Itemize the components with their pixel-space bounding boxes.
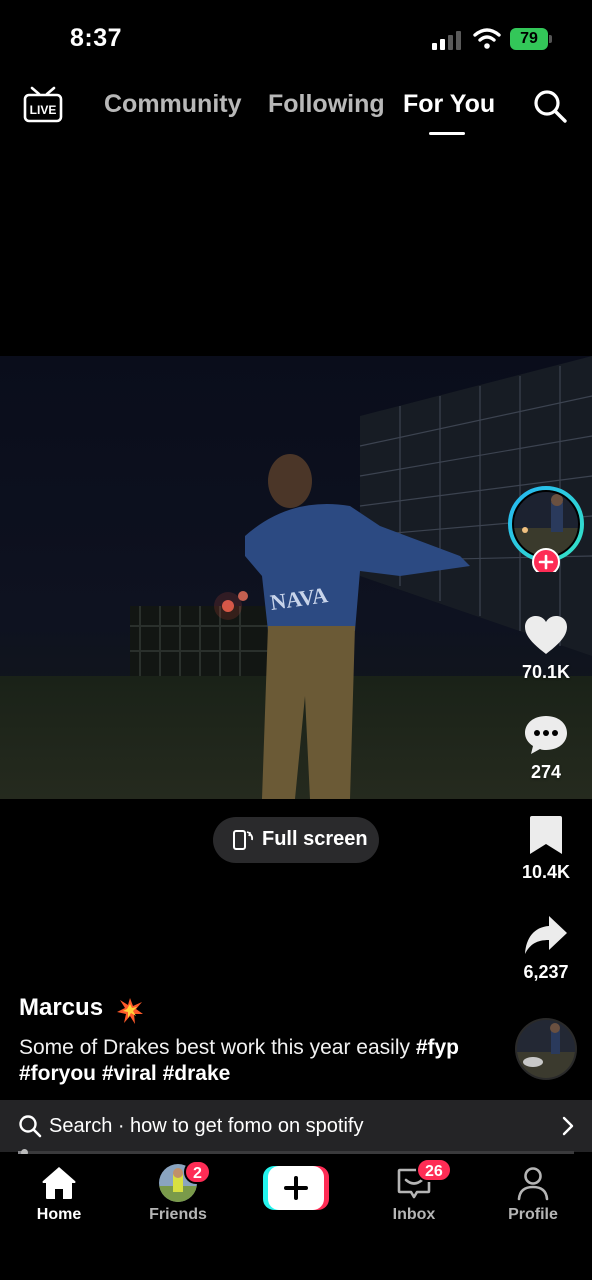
comment-count: 274 (530, 762, 562, 782)
share-button[interactable]: 6,237 (505, 914, 587, 983)
nav-inbox-label: Inbox (392, 1206, 436, 1223)
post-caption: Some of Drakes best work this year easil… (19, 1035, 459, 1087)
search-icon[interactable] (532, 88, 568, 124)
rotate-phone-icon (233, 830, 254, 850)
like-button[interactable]: 70.1K (505, 614, 587, 683)
save-count: 10.4K (521, 862, 571, 882)
like-count: 70.1K (521, 662, 571, 682)
hashtag-link[interactable]: #drake (163, 1062, 231, 1085)
signal-icon (432, 31, 461, 50)
active-tab-indicator (429, 132, 465, 135)
video-scene: NAVA (0, 356, 592, 799)
create-button[interactable] (263, 1166, 329, 1210)
chevron-right-icon (562, 1116, 574, 1136)
search-prefix: Search · (49, 1115, 125, 1137)
battery-level: 79 (520, 30, 538, 47)
search-query: how to get fomo on spotify (130, 1115, 364, 1137)
profile-icon (517, 1167, 549, 1201)
creator-avatar[interactable] (503, 486, 589, 572)
share-arrow-icon (525, 916, 567, 954)
comment-button[interactable]: 274 (505, 714, 587, 783)
inbox-badge: 26 (416, 1158, 452, 1182)
wifi-icon (473, 28, 501, 49)
caption-text: Some of Drakes best work this year easil… (19, 1036, 410, 1059)
tab-for-you[interactable]: For You (403, 90, 495, 119)
nav-friends-label: Friends (149, 1206, 207, 1223)
nav-profile[interactable]: Profile (483, 1164, 583, 1224)
hashtag-link[interactable]: #viral (102, 1062, 157, 1085)
plus-icon (284, 1176, 308, 1200)
author-row[interactable]: Marcus (19, 994, 144, 1028)
hashtag-link[interactable]: #foryou (19, 1062, 96, 1085)
nav-home-label: Home (36, 1206, 82, 1223)
share-count: 6,237 (523, 962, 569, 982)
search-suggestion-bar[interactable]: Search · how to get fomo on spotify (0, 1100, 592, 1152)
status-bar: 8:37 79 (0, 0, 592, 80)
search-icon (19, 1115, 42, 1138)
nav-inbox[interactable]: 26 Inbox (364, 1158, 464, 1224)
bookmark-icon (530, 816, 562, 854)
full-screen-label: Full screen (262, 828, 368, 850)
tab-community[interactable]: Community (104, 90, 242, 119)
live-label: LIVE (30, 103, 57, 117)
hashtag-link[interactable]: #fyp (416, 1036, 459, 1059)
bottom-nav: Home 2 Friends 26 Inbox Profile (0, 1154, 592, 1280)
explosion-emoji-icon (116, 997, 143, 1024)
nav-friends[interactable]: 2 Friends (128, 1160, 228, 1224)
battery-charging-icon: 79 (510, 28, 552, 50)
nav-home[interactable]: Home (9, 1164, 109, 1224)
live-tv-icon[interactable]: LIVE (22, 86, 64, 126)
music-disc-icon[interactable] (515, 1018, 577, 1080)
tab-following[interactable]: Following (268, 90, 385, 119)
comment-bubble-icon (525, 716, 567, 754)
friends-badge: 2 (184, 1160, 211, 1184)
home-icon (42, 1167, 76, 1199)
top-nav: LIVE Community Following For You (0, 80, 592, 140)
save-button[interactable]: 10.4K (505, 814, 587, 883)
video-player[interactable]: NAVA (0, 356, 592, 799)
status-time: 8:37 (70, 24, 123, 52)
full-screen-button[interactable]: Full screen (213, 817, 379, 863)
nav-profile-label: Profile (508, 1206, 558, 1223)
heart-icon (525, 616, 567, 654)
author-name[interactable]: Marcus (19, 994, 103, 1021)
